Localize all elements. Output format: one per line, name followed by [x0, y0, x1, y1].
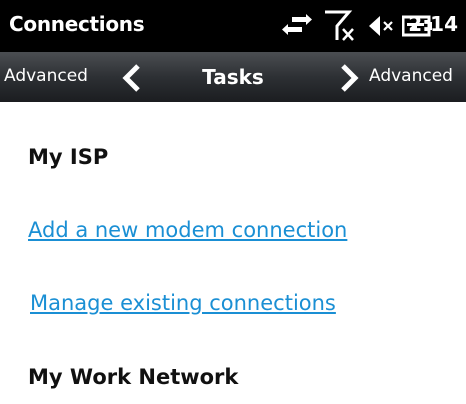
- manage-connections-link[interactable]: Manage existing connections: [30, 291, 336, 315]
- chevron-left-icon: [121, 63, 143, 97]
- clock: 2:14: [408, 12, 458, 36]
- section-heading-my-work-network: My Work Network: [28, 365, 239, 389]
- chevron-right-icon: [338, 63, 360, 97]
- connections-screen: Connections 2:14 Advanced Tasks Advanced…: [0, 0, 466, 404]
- next-tab-button[interactable]: Advanced: [306, 52, 466, 102]
- status-bar: Connections 2:14: [0, 0, 466, 52]
- previous-tab-label: Advanced: [4, 66, 88, 86]
- app-title: Connections: [9, 12, 145, 36]
- previous-tab-button[interactable]: Advanced: [0, 52, 160, 102]
- no-signal-icon: [324, 9, 358, 47]
- next-tab-label: Advanced: [369, 66, 453, 86]
- current-tab-title: Tasks: [202, 65, 264, 89]
- data-sync-arrows-icon: [280, 13, 314, 43]
- tab-navigation-bar: Advanced Tasks Advanced: [0, 52, 466, 102]
- add-modem-connection-link[interactable]: Add a new modem connection: [28, 218, 347, 242]
- section-heading-my-isp: My ISP: [28, 145, 109, 169]
- speaker-muted-icon: [368, 14, 396, 42]
